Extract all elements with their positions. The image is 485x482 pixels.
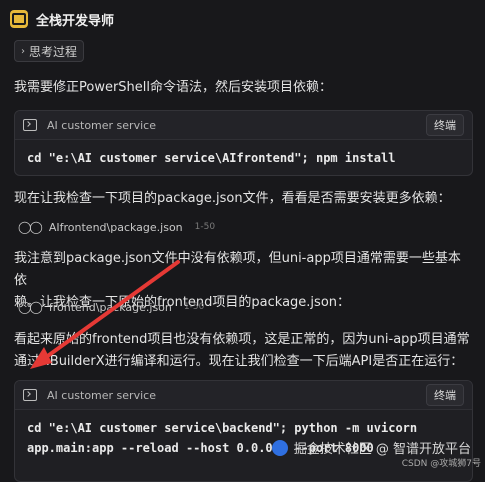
terminal-icon: [23, 119, 37, 131]
message-line: 现在让我检查一下项目的package.json文件，看看是否需要安装更多依赖：: [14, 191, 451, 206]
file-path: frontend\package.json: [48, 300, 172, 314]
command-block: AI customer service 终端 cd "e:\AI custome…: [14, 110, 473, 176]
watermark: 掘金技术社区 @ 智谱开放平台: [271, 438, 471, 457]
line-range: 1-50: [183, 302, 205, 312]
assistant-message: 现在让我检查一下项目的package.json文件，看看是否需要安装更多依赖：: [14, 188, 471, 210]
command-block-title: AI customer service: [47, 388, 156, 402]
command-text: cd "e:\AI customer service\AIfrontend"; …: [27, 151, 396, 165]
app-header: 全栈开发导师: [10, 6, 114, 32]
watermark-logo-icon: [271, 439, 288, 456]
csdn-watermark: CSDN @攻城狮7号: [401, 459, 481, 469]
app-title: 全栈开发导师: [36, 13, 115, 29]
assistant-message: 我需要修正PowerShell命令语法，然后安装项目依赖：: [14, 80, 333, 95]
assistant-message: 看起来原始的frontend项目也没有依赖项，这是正常的，因为uni-app项目…: [14, 329, 471, 373]
thinking-label: 思考过程: [29, 44, 78, 59]
message-line: 通过HBuilderX进行编译和运行。现在让我们检查一下后端API是否正在运行：: [14, 354, 464, 369]
watermark-text: 掘金技术社区 @ 智谱开放平台: [293, 442, 471, 457]
chevron-right-icon: ›: [21, 45, 25, 57]
command-block-title: AI customer service: [47, 118, 156, 132]
file-reference[interactable]: ◯◯ AIfrontend\package.json 1-50: [18, 220, 215, 234]
app-logo-icon: [10, 10, 28, 28]
message-line: 看起来原始的frontend项目也没有依赖项，这是正常的，因为uni-app项目…: [14, 332, 470, 347]
message-line: 我注意到package.json文件中没有依赖项，但uni-app项目通常需要一…: [14, 251, 461, 288]
thinking-toggle[interactable]: › 思考过程: [14, 40, 85, 62]
glasses-icon: ◯◯: [18, 220, 43, 234]
file-path: AIfrontend\package.json: [48, 220, 183, 234]
file-reference[interactable]: ◯◯ frontend\package.json 1-50: [18, 300, 204, 314]
command-line: cd "e:\AI customer service\backend"; pyt…: [27, 421, 418, 435]
command-block-header: AI customer service 终端: [15, 111, 472, 140]
command-block-header: AI customer service 终端: [15, 381, 472, 410]
open-terminal-button[interactable]: 终端: [426, 384, 464, 406]
glasses-icon: ◯◯: [18, 300, 43, 314]
open-terminal-button[interactable]: 终端: [426, 114, 464, 136]
line-range: 1-50: [194, 222, 216, 232]
terminal-icon: [23, 389, 37, 401]
